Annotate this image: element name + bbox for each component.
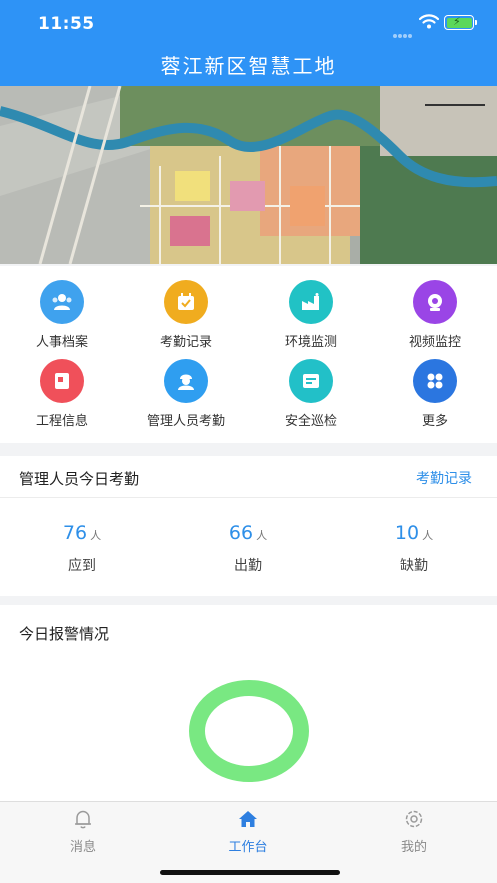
tab-workbench[interactable]: 工作台 xyxy=(198,808,298,855)
home-indicator xyxy=(160,870,340,875)
grid-item-video-surveillance[interactable]: 视频监控 xyxy=(373,280,497,350)
grid-item-environment-monitoring[interactable]: 环境监测 xyxy=(249,280,373,350)
battery-icon: ⚡ xyxy=(444,15,477,30)
alarm-ring xyxy=(189,680,309,782)
stat-expected: 76 人 应到 xyxy=(2,522,162,575)
function-grid: 人事档案 考勤记录 环境监测 视频监控 工程信息 管理人员考勤 安全巡检 更多 xyxy=(0,266,497,443)
grid-item-label: 安全巡检 xyxy=(284,414,337,429)
people-icon xyxy=(40,280,84,324)
stat-unit: 人 xyxy=(422,529,434,542)
settings-icon xyxy=(405,810,423,828)
page-title: 蓉江新区智慧工地 xyxy=(160,54,337,78)
tab-label: 消息 xyxy=(69,840,96,855)
map-banner xyxy=(0,86,497,264)
document-icon xyxy=(40,359,84,403)
status-time: 11:55 xyxy=(38,14,95,34)
alarm-card: 今日报警情况 xyxy=(0,605,497,801)
app-header: 11:55 ⚡ 蓉江新区智慧工地 xyxy=(0,0,497,86)
worker-icon xyxy=(164,359,208,403)
attendance-record-link[interactable]: 考勤记录 xyxy=(416,468,472,488)
stat-unit: 人 xyxy=(256,529,268,542)
attendance-card: 管理人员今日考勤 考勤记录 76 人 应到 66 人 出勤 10 人 缺勤 xyxy=(0,456,497,596)
stat-label: 缺勤 xyxy=(400,558,428,574)
attendance-title: 管理人员今日考勤 xyxy=(19,470,140,488)
tab-messages[interactable]: 消息 xyxy=(33,808,133,855)
grid-item-safety-inspection[interactable]: 安全巡检 xyxy=(249,359,373,429)
camera-icon xyxy=(413,280,457,324)
grid-item-attendance-record[interactable]: 考勤记录 xyxy=(124,280,248,350)
grid-item-label: 管理人员考勤 xyxy=(146,414,225,429)
stat-absent: 10 人 缺勤 xyxy=(334,522,494,575)
stat-value: 66 xyxy=(228,522,254,544)
grid-item-label: 环境监测 xyxy=(284,335,337,350)
tab-mine[interactable]: 我的 xyxy=(364,808,464,855)
grid-item-label: 考勤记录 xyxy=(159,335,212,350)
grid-item-more[interactable]: 更多 xyxy=(373,359,497,429)
stat-label: 出勤 xyxy=(234,558,262,574)
tab-label: 工作台 xyxy=(228,840,268,855)
status-bar: 11:55 ⚡ xyxy=(0,0,497,44)
more-icon xyxy=(413,359,457,403)
stat-present: 66 人 出勤 xyxy=(168,522,328,575)
stat-label: 应到 xyxy=(68,558,96,574)
stat-unit: 人 xyxy=(90,529,102,542)
tab-label: 我的 xyxy=(400,840,427,855)
grid-item-label: 更多 xyxy=(421,414,448,429)
attendance-header: 管理人员今日考勤 考勤记录 xyxy=(0,456,497,498)
stat-value: 76 xyxy=(62,522,88,544)
bell-icon xyxy=(75,810,91,829)
grid-item-personnel-files[interactable]: 人事档案 xyxy=(0,280,124,350)
alarm-title: 今日报警情况 xyxy=(19,625,110,643)
signal-icon xyxy=(393,23,415,38)
wifi-icon xyxy=(419,14,439,29)
grid-item-manager-attendance[interactable]: 管理人员考勤 xyxy=(124,359,248,429)
home-icon xyxy=(239,811,257,827)
alarm-donut-chart xyxy=(189,680,309,782)
inspection-icon xyxy=(289,359,333,403)
calendar-icon xyxy=(164,280,208,324)
grid-item-label: 人事档案 xyxy=(35,335,88,350)
factory-icon xyxy=(289,280,333,324)
grid-item-label: 视频监控 xyxy=(408,335,461,350)
grid-item-project-info[interactable]: 工程信息 xyxy=(0,359,124,429)
grid-item-label: 工程信息 xyxy=(35,414,88,429)
stat-value: 10 xyxy=(394,522,420,544)
